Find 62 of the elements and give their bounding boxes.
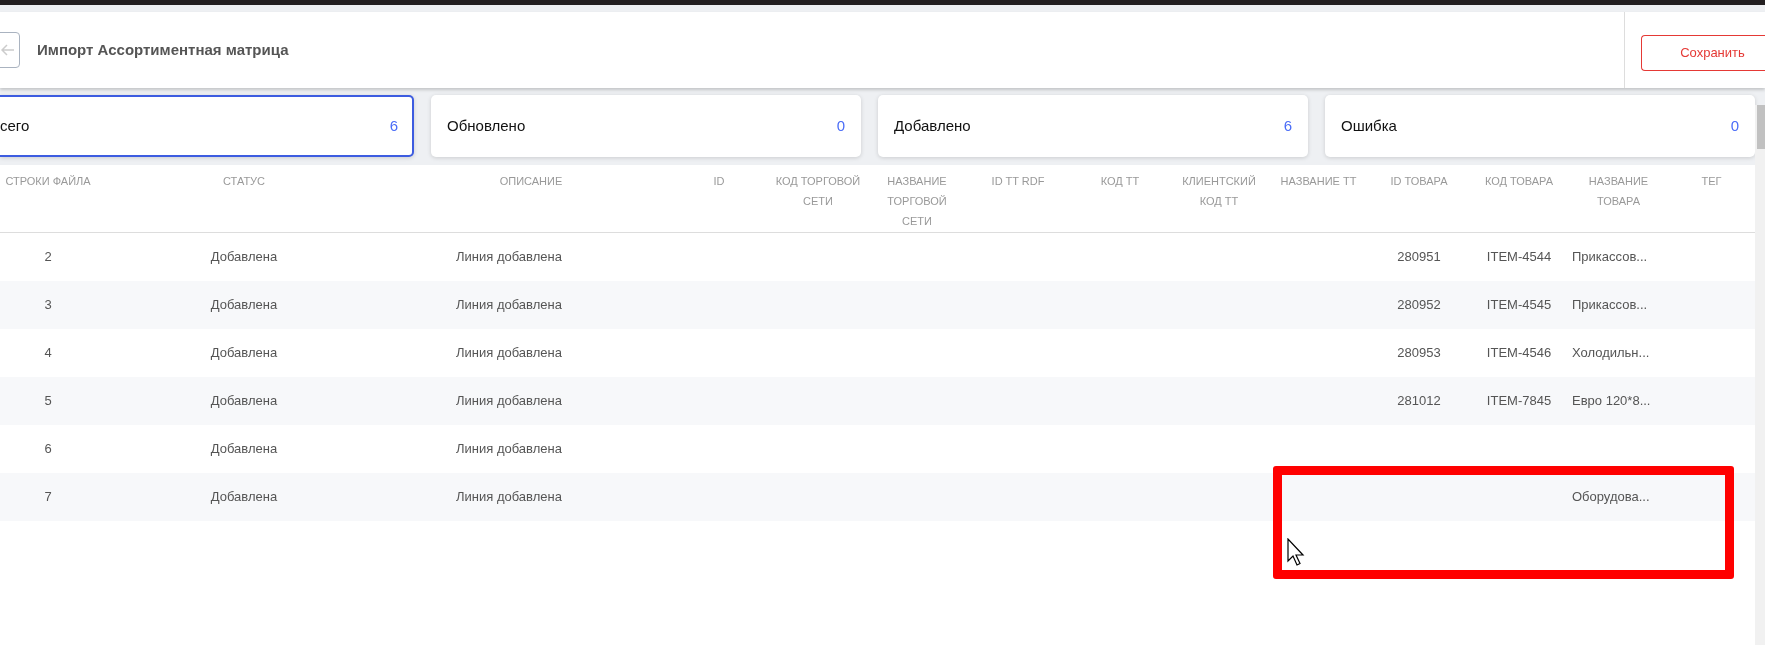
table-cell: 280951 [1397, 249, 1441, 265]
table-cell: Добавлена [210, 393, 278, 409]
column-header[interactable]: НАЗВАНИЕ ТТ [1268, 165, 1369, 232]
table-cell: ITEM-4544 [1486, 249, 1552, 265]
column-header[interactable]: ID ТОВАРА [1369, 165, 1469, 232]
arrow-left-icon [1, 44, 15, 56]
table-cell: 281012 [1397, 393, 1441, 409]
card-label: Добавлено [894, 115, 971, 136]
column-header[interactable]: НАЗВАНИЕ ТОВАРА [1569, 165, 1668, 232]
column-header[interactable]: СТАТУС [96, 165, 392, 232]
mouse-cursor-icon [1287, 538, 1307, 566]
summary-card[interactable]: Ошибка 0 [1325, 95, 1755, 157]
save-button[interactable]: Сохранить [1641, 35, 1765, 71]
card-label: Обновлено [447, 115, 526, 136]
table-cell: Прикассов... [1572, 297, 1648, 313]
column-header[interactable]: КОД ТОВАРА [1469, 165, 1569, 232]
card-count: 6 [389, 115, 398, 136]
table-cell: Добавлена [210, 441, 278, 457]
column-header[interactable]: ID [670, 165, 768, 232]
card-count: 6 [1283, 115, 1292, 136]
table-cell: 5 [44, 393, 52, 409]
column-header[interactable]: ОПИСАНИЕ [392, 165, 670, 232]
table-cell: Холодильн... [1572, 345, 1650, 361]
table-cell: 2 [44, 249, 52, 265]
column-header[interactable]: НАЗВАНИЕ ТОРГОВОЙ СЕТИ [868, 165, 966, 232]
table-cell: Линия добавлена [456, 489, 562, 505]
summary-card[interactable]: Обновлено 0 [431, 95, 861, 157]
table-cell: Добавлена [210, 297, 278, 313]
table-cell: 3 [44, 297, 52, 313]
table-cell: Оборудова... [1572, 489, 1650, 505]
summary-card[interactable]: Добавлено 6 [878, 95, 1308, 157]
column-header[interactable]: ID TT RDF [966, 165, 1070, 232]
card-label: сего [0, 115, 30, 136]
table-cell: 7 [44, 489, 52, 505]
table-cell: 280953 [1397, 345, 1441, 361]
scrollbar-thumb[interactable] [1757, 105, 1765, 149]
table-cell: Линия добавлена [456, 297, 562, 313]
card-label: Ошибка [1341, 115, 1397, 136]
column-header[interactable]: КОД ТТ [1070, 165, 1170, 232]
card-count: 0 [836, 115, 845, 136]
table-cell: Линия добавлена [456, 249, 562, 265]
table-cell: ITEM-7845 [1486, 393, 1552, 409]
table-cell: Евро 120*8... [1572, 393, 1651, 409]
summary-card[interactable]: сего 6 [0, 95, 414, 157]
column-header[interactable]: КОД ТОРГОВОЙ СЕТИ [768, 165, 868, 232]
table-cell: Добавлена [210, 249, 278, 265]
table-cell: 6 [44, 441, 52, 457]
card-count: 0 [1730, 115, 1739, 136]
table-cell: Прикассов... [1572, 249, 1648, 265]
column-header[interactable]: ТЕГ [1668, 165, 1755, 232]
table-cell: Добавлена [210, 489, 278, 505]
table-cell: 280952 [1397, 297, 1441, 313]
table-cell: Добавлена [210, 345, 278, 361]
table-cell: Линия добавлена [456, 393, 562, 409]
page-title: Импорт Ассортиментная матрица [37, 39, 289, 60]
table-cell: ITEM-4546 [1486, 345, 1552, 361]
table-cell: ITEM-4545 [1486, 297, 1552, 313]
table-cell: Линия добавлена [456, 345, 562, 361]
table-cell: Линия добавлена [456, 441, 562, 457]
column-header[interactable]: КЛИЕНТСКИЙ КОД ТТ [1170, 165, 1268, 232]
column-header[interactable]: СТРОКИ ФАЙЛА [0, 165, 96, 232]
table-cell: 4 [44, 345, 52, 361]
